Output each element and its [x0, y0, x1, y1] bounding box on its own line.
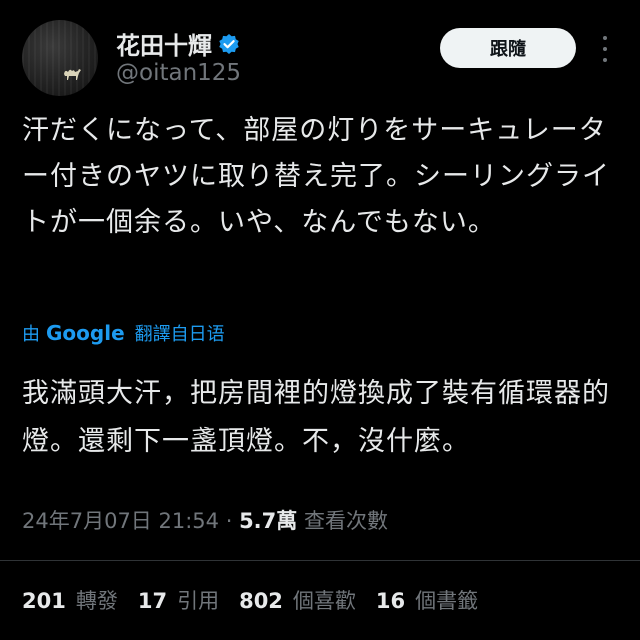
- likes-count: 802: [239, 589, 283, 613]
- divider: [0, 560, 640, 561]
- author-handle[interactable]: @oitan125: [116, 60, 241, 86]
- author-name-row: 花田十輝: [116, 26, 240, 61]
- bookmarks-label: 個書籤: [415, 589, 479, 613]
- tweet-text: 汗だくになって、部屋の灯りをサーキュレーター付きのヤツに取り替え完了。シーリング…: [22, 115, 610, 238]
- translation-by: 由: [22, 324, 40, 345]
- tweet-meta: 24年7月07日 21:54 · 5.7萬 查看次數: [22, 505, 388, 535]
- avatar-texture: [22, 20, 98, 96]
- view-count-label: 查看次數: [303, 509, 388, 533]
- translated-text: 我滿頭大汗，把房間裡的燈換成了裝有循環器的燈。還剩下一盞頂燈。不，沒什麼。: [22, 378, 610, 457]
- view-count: 5.7萬: [239, 509, 298, 533]
- reposts-stat[interactable]: 201 轉發: [22, 585, 118, 615]
- likes-label: 個喜歡: [292, 589, 356, 613]
- google-logo: Google: [46, 321, 125, 345]
- dot: [603, 47, 607, 51]
- avatar[interactable]: [22, 20, 98, 96]
- author-name[interactable]: 花田十輝: [116, 26, 212, 61]
- dot: [603, 36, 607, 40]
- verified-badge-icon: [219, 33, 239, 54]
- dot: [603, 58, 607, 62]
- bookmarks-count: 16: [375, 589, 406, 613]
- translation-attribution[interactable]: 由 Google 翻譯自日语: [22, 320, 225, 346]
- translation-source-label[interactable]: 翻譯自日语: [135, 320, 225, 346]
- meta-separator: ·: [225, 509, 233, 533]
- reposts-count: 201: [22, 589, 66, 613]
- quotes-stat[interactable]: 17 引用: [138, 585, 219, 615]
- follow-button[interactable]: 跟隨: [440, 28, 576, 68]
- timestamp[interactable]: 24年7月07日 21:54: [22, 509, 219, 533]
- likes-stat[interactable]: 802 個喜歡: [239, 585, 356, 615]
- engagement-stats: 201 轉發 17 引用 802 個喜歡 16 個書籤: [22, 585, 498, 615]
- quotes-count: 17: [137, 589, 168, 613]
- more-options-icon[interactable]: [598, 36, 612, 62]
- bookmarks-stat[interactable]: 16 個書籤: [376, 585, 478, 615]
- reposts-label: 轉發: [75, 589, 118, 613]
- quotes-label: 引用: [177, 589, 220, 613]
- camel-icon: [64, 69, 81, 80]
